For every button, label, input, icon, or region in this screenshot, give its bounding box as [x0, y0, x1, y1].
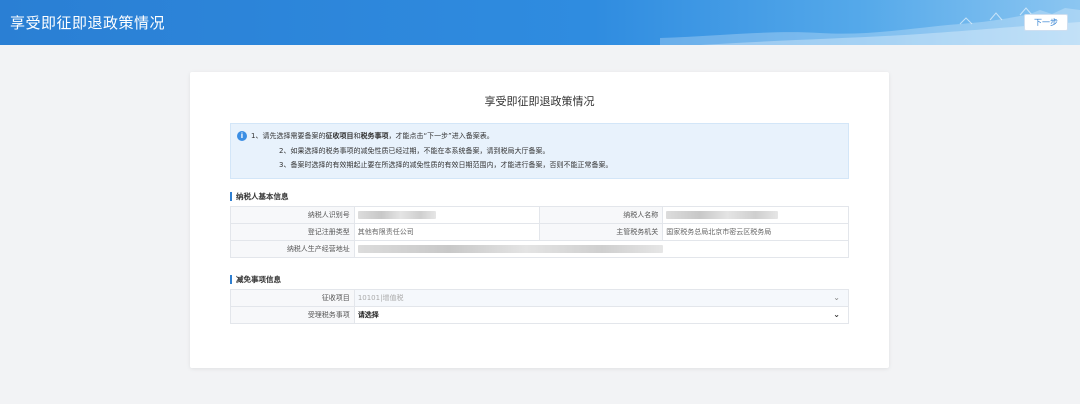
- notice-line-1: 1、请先选择需要备案的征收项目和税务事项，才能点击“下一步”进入备案表。: [251, 132, 494, 140]
- table-row: 登记注册类型 其他有限责任公司 主管税务机关 国家税务总局北京市密云区税务局: [231, 224, 849, 241]
- address-value: [354, 241, 849, 258]
- tax-matter-label: 受理税务事项: [231, 307, 355, 324]
- taxpayer-info-table: 纳税人识别号 纳税人名称 登记注册类型 其他有限责任公司 主管税务机关 国家税务…: [230, 206, 849, 258]
- redacted-value: [357, 211, 436, 219]
- notice-line-2: 2、如果选择的税务事项的减免性质已经过期，不能在本系统备案，请到税局大厅备案。: [279, 147, 550, 155]
- main-card: 享受即征即退政策情况 i 1、请先选择需要备案的征收项目和税务事项，才能点击“下…: [190, 72, 889, 368]
- taxpayer-id-label: 纳税人识别号: [231, 207, 355, 224]
- table-row: 受理税务事项 请选择 ⌄: [231, 307, 849, 324]
- relief-info-heading: 减免事项信息: [230, 274, 281, 285]
- card-title: 享受即征即退政策情况: [484, 95, 595, 108]
- notice-box: i 1、请先选择需要备案的征收项目和税务事项，才能点击“下一步”进入备案表。 2…: [230, 123, 849, 179]
- tax-office-value: 国家税务总局北京市密云区税务局: [663, 224, 849, 241]
- taxpayer-name-label: 纳税人名称: [539, 207, 664, 224]
- reg-type-value: 其他有限责任公司: [354, 224, 540, 241]
- top-header-bar: 享受即征即退政策情况 下一步: [0, 0, 1080, 45]
- relief-info-table: 征收项目 10101|增值税 ⌄ 受理税务事项 请选择 ⌄: [230, 289, 849, 324]
- taxpayer-name-value: [663, 207, 849, 224]
- reg-type-label: 登记注册类型: [231, 224, 355, 241]
- page-title: 享受即征即退政策情况: [10, 14, 166, 32]
- notice-line-3: 3、备案时选择的有效期起止要在所选择的减免性质的有效日期范围内，才能进行备案，否…: [279, 161, 613, 169]
- taxpayer-info-heading: 纳税人基本信息: [230, 191, 289, 202]
- levy-item-label: 征收项目: [231, 290, 355, 307]
- table-row: 征收项目 10101|增值税 ⌄: [231, 290, 849, 307]
- chevron-down-icon: ⌄: [833, 310, 840, 319]
- taxpayer-id-value: [354, 207, 540, 224]
- header-decoration: [660, 7, 1080, 45]
- redacted-value: [666, 211, 779, 219]
- table-row: 纳税人识别号 纳税人名称: [231, 207, 849, 224]
- info-icon: i: [237, 131, 247, 141]
- chevron-down-icon: ⌄: [833, 293, 840, 302]
- redacted-value: [357, 245, 663, 253]
- next-step-button[interactable]: 下一步: [1024, 14, 1068, 31]
- tax-office-label: 主管税务机关: [539, 224, 664, 241]
- address-label: 纳税人生产经营地址: [231, 241, 355, 258]
- levy-item-select[interactable]: 10101|增值税 ⌄: [354, 290, 849, 307]
- table-row: 纳税人生产经营地址: [231, 241, 849, 258]
- tax-matter-select[interactable]: 请选择 ⌄: [354, 307, 849, 324]
